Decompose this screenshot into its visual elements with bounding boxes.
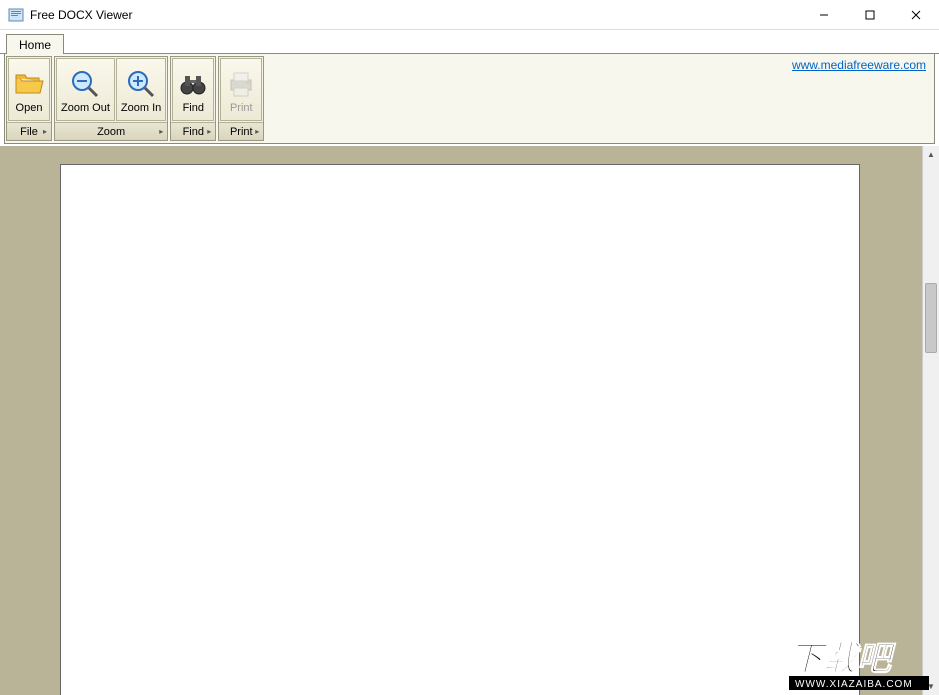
print-label: Print xyxy=(230,102,253,114)
find-button[interactable]: Find xyxy=(172,58,214,121)
close-button[interactable] xyxy=(893,0,939,29)
titlebar: Free DOCX Viewer xyxy=(0,0,939,30)
app-icon xyxy=(8,7,24,23)
group-file-label: File xyxy=(20,126,38,138)
zoom-out-button[interactable]: Zoom Out xyxy=(56,58,115,121)
open-label: Open xyxy=(16,102,43,114)
binoculars-icon xyxy=(177,68,209,100)
website-link[interactable]: www.mediafreeware.com xyxy=(792,58,926,72)
group-print-footer[interactable]: Print ▸ xyxy=(219,122,263,140)
group-print-label: Print xyxy=(230,126,253,138)
minimize-button[interactable] xyxy=(801,0,847,29)
ribbon-group-print: Print Print ▸ xyxy=(218,56,264,141)
ribbon-group-file: Open File ▸ xyxy=(6,56,52,141)
group-file-footer[interactable]: File ▸ xyxy=(7,122,51,140)
zoom-in-button[interactable]: Zoom In xyxy=(116,58,166,121)
vertical-scrollbar[interactable]: ▲ ▼ xyxy=(922,146,939,695)
folder-open-icon xyxy=(13,68,45,100)
window-controls xyxy=(801,0,939,29)
chevron-right-icon: ▸ xyxy=(207,127,211,136)
scroll-up-button[interactable]: ▲ xyxy=(923,146,939,163)
group-find-label: Find xyxy=(183,126,204,138)
zoom-out-icon xyxy=(69,68,101,100)
zoom-in-label: Zoom In xyxy=(121,102,161,114)
maximize-button[interactable] xyxy=(847,0,893,29)
scroll-thumb[interactable] xyxy=(925,283,937,353)
ribbon-group-find: Find Find ▸ xyxy=(170,56,216,141)
ribbon-group-zoom: Zoom Out Zoom In Zoom ▸ xyxy=(54,56,168,141)
document-viewport[interactable] xyxy=(0,146,922,695)
chevron-right-icon: ▸ xyxy=(255,127,259,136)
scroll-down-button[interactable]: ▼ xyxy=(923,678,939,695)
find-label: Find xyxy=(183,102,204,114)
window-title: Free DOCX Viewer xyxy=(30,8,801,22)
open-button[interactable]: Open xyxy=(8,58,50,121)
zoom-in-icon xyxy=(125,68,157,100)
tab-home[interactable]: Home xyxy=(6,34,64,56)
group-find-footer[interactable]: Find ▸ xyxy=(171,122,215,140)
printer-icon xyxy=(225,68,257,100)
chevron-right-icon: ▸ xyxy=(43,127,47,136)
zoom-out-label: Zoom Out xyxy=(61,102,110,114)
chevron-right-icon: ▸ xyxy=(159,127,163,136)
document-page xyxy=(60,164,860,695)
ribbon: www.mediafreeware.com Open File ▸ Zoom O… xyxy=(4,54,935,144)
tab-strip: Home xyxy=(0,30,939,54)
document-area: ▲ ▼ xyxy=(0,146,939,695)
group-zoom-label: Zoom xyxy=(97,126,125,138)
group-zoom-footer[interactable]: Zoom ▸ xyxy=(55,122,167,140)
print-button[interactable]: Print xyxy=(220,58,262,121)
scroll-track[interactable] xyxy=(923,163,939,678)
